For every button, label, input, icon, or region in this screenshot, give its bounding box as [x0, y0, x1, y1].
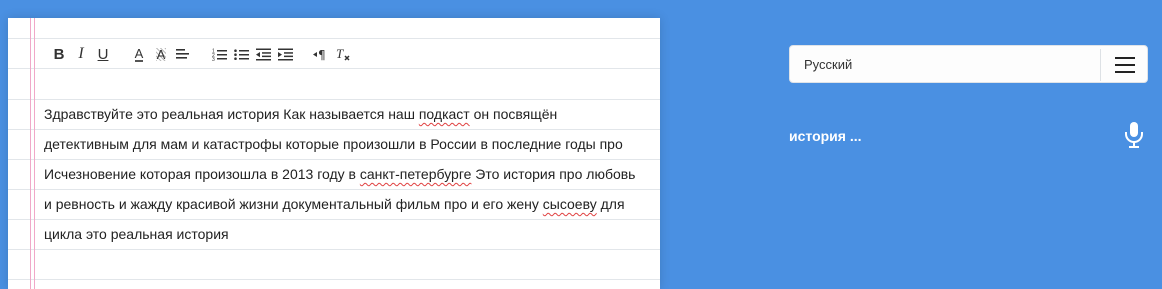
align-icon — [176, 49, 189, 59]
text-line: цикла это реальная история — [44, 226, 229, 242]
highlight-icon: A — [155, 46, 167, 62]
text-color-icon: A — [134, 45, 144, 62]
text-editor-panel: B I U A A 123 ¶ T Здравствуйте это реаль… — [8, 18, 660, 289]
menu-button[interactable] — [1101, 46, 1149, 84]
text-line: Исчезновение которая произошла в 2013 го… — [44, 166, 636, 182]
underline-button[interactable]: U — [92, 44, 114, 64]
formatting-toolbar: B I U A A 123 ¶ T — [48, 44, 354, 64]
svg-text:T: T — [336, 47, 344, 61]
text-color-button[interactable]: A — [128, 44, 150, 64]
clear-format-button[interactable]: T — [332, 44, 354, 64]
misspelled-word: подкаст — [418, 106, 470, 122]
editor-content[interactable]: Здравствуйте это реальная история Как на… — [44, 99, 644, 249]
language-select[interactable]: Русский — [789, 45, 1148, 83]
microphone-icon — [1125, 122, 1143, 148]
svg-text:3: 3 — [212, 57, 215, 61]
paragraph-direction-icon: ¶ — [313, 48, 326, 61]
italic-button[interactable]: I — [70, 44, 92, 64]
recognition-status: история ... — [789, 128, 862, 144]
clear-format-icon: T — [336, 47, 350, 61]
bold-button[interactable]: B — [48, 44, 70, 64]
text-line: детективным для мам и катастрофы которые… — [44, 136, 623, 152]
ordered-list-button[interactable]: 123 — [208, 44, 230, 64]
bullet-list-button[interactable] — [230, 44, 252, 64]
highlight-button[interactable]: A — [150, 44, 172, 64]
underline-icon: U — [97, 45, 109, 63]
ordered-list-icon: 123 — [212, 48, 227, 61]
indent-button[interactable] — [274, 44, 296, 64]
misspelled-word: сысоеву — [542, 196, 597, 212]
hamburger-menu-icon — [1115, 57, 1135, 73]
language-label: Русский — [804, 57, 853, 72]
bullet-list-icon — [233, 48, 249, 60]
bold-icon: B — [53, 45, 65, 63]
text-line: и ревность и жажду красивой жизни докуме… — [44, 196, 625, 212]
outdent-icon — [255, 48, 271, 60]
microphone-button[interactable] — [1122, 121, 1146, 149]
align-button[interactable] — [172, 44, 194, 64]
misspelled-word: санкт-петербурге — [359, 166, 472, 182]
indent-icon — [277, 48, 293, 60]
text-line: Здравствуйте это реальная история Как на… — [44, 106, 558, 122]
outdent-button[interactable] — [252, 44, 274, 64]
svg-text:¶: ¶ — [318, 48, 326, 61]
margin-line — [30, 18, 31, 289]
paragraph-direction-button[interactable]: ¶ — [310, 44, 332, 64]
italic-icon: I — [78, 45, 84, 62]
margin-line — [34, 18, 35, 289]
